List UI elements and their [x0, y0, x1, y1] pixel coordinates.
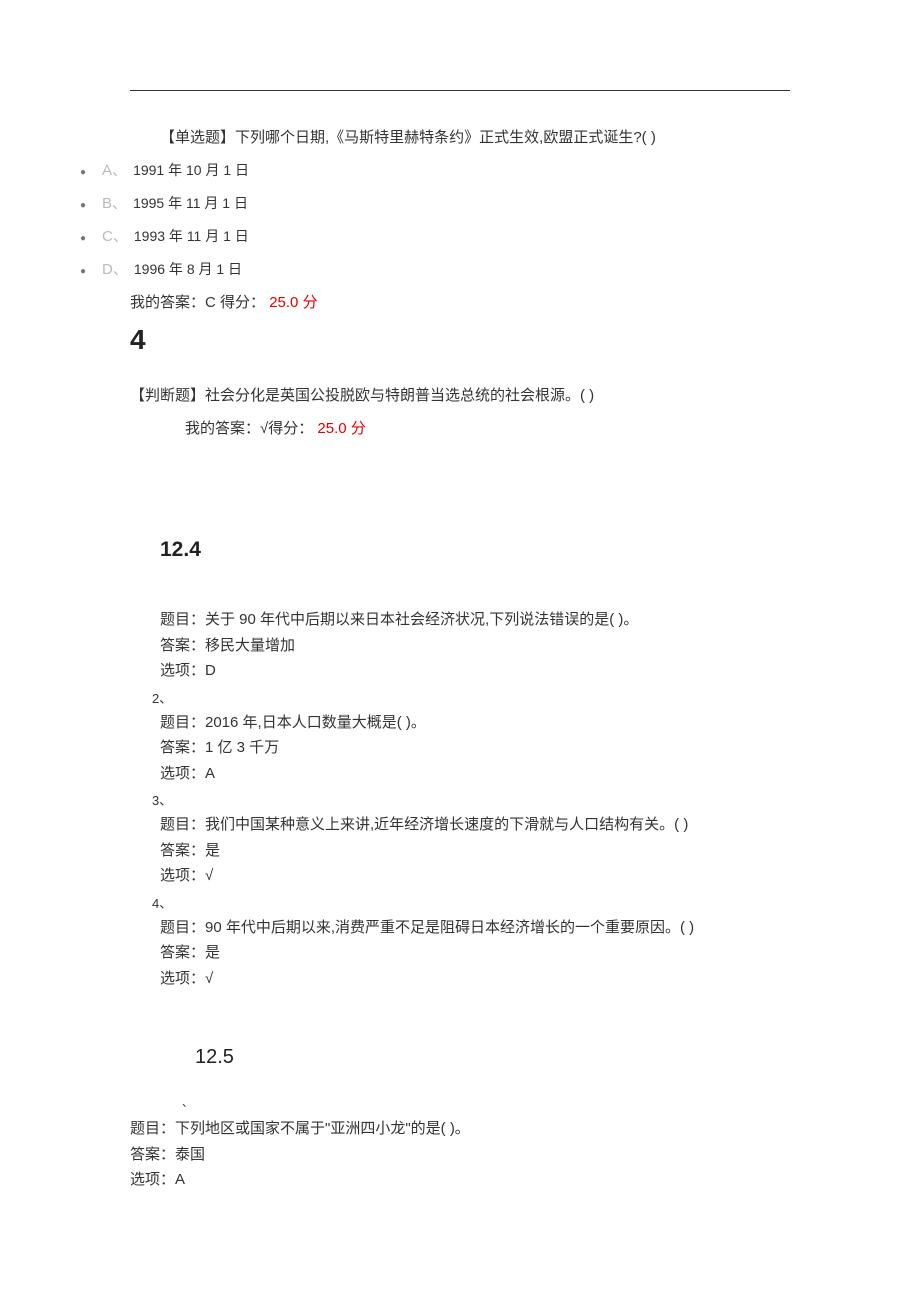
section-124-title: 12.4	[160, 538, 790, 562]
q3-option-d: ● D、 1996 年 8 月 1 日	[80, 258, 790, 279]
item-answer: 答案：泰国	[130, 1142, 790, 1168]
option-letter: D、	[102, 258, 128, 279]
divider-line	[130, 90, 790, 91]
item-index-2: 2、	[152, 688, 790, 710]
q3-my-answer: 我的答案：C 得分： 25.0 分	[130, 291, 790, 312]
bullet-icon: ●	[80, 167, 86, 178]
tick-mark: 、	[182, 1094, 790, 1110]
option-letter: C、	[102, 225, 128, 246]
item-option: 选项：A	[160, 761, 790, 787]
item-answer: 答案：是	[160, 838, 790, 864]
q4-stem: 【判断题】社会分化是英国公投脱欧与特朗普当选总统的社会根源。( )	[130, 384, 790, 405]
item-answer: 答案：是	[160, 940, 790, 966]
item-question: 题目：90 年代中后期以来,消费严重不足是阻碍日本经济增长的一个重要原因。( )	[160, 915, 790, 941]
answer-label: 我的答案：C 得分：	[130, 294, 265, 311]
option-text: 1995 年 11 月 1 日	[133, 193, 248, 213]
section-125-item-1: 题目：下列地区或国家不属于"亚洲四小龙"的是( )。 答案：泰国 选项：A	[130, 1116, 790, 1193]
q3-stem: 【单选题】下列哪个日期,《马斯特里赫特条约》正式生效,欧盟正式诞生?( )	[160, 126, 790, 147]
option-letter: B、	[102, 192, 127, 213]
section-124-item-1: 题目：关于 90 年代中后期以来日本社会经济状况,下列说法错误的是( )。 答案…	[160, 607, 790, 684]
item-question: 题目：下列地区或国家不属于"亚洲四小龙"的是( )。	[130, 1116, 790, 1142]
item-option: 选项：D	[160, 658, 790, 684]
section-125-title: 12.5	[195, 1046, 790, 1069]
item-question: 题目：我们中国某种意义上来讲,近年经济增长速度的下滑就与人口结构有关。( )	[160, 812, 790, 838]
score-unit: 分	[298, 294, 317, 311]
q3-option-a: ● A、 1991 年 10 月 1 日	[80, 159, 790, 180]
question-number-4: 4	[130, 324, 790, 356]
item-answer: 答案：1 亿 3 千万	[160, 735, 790, 761]
section-124-item-4: 题目：90 年代中后期以来,消费严重不足是阻碍日本经济增长的一个重要原因。( )…	[160, 915, 790, 992]
item-answer: 答案：移民大量增加	[160, 633, 790, 659]
answer-label: 我的答案：√得分：	[185, 420, 313, 437]
item-option: 选项：A	[130, 1167, 790, 1193]
q3-option-b: ● B、 1995 年 11 月 1 日	[80, 192, 790, 213]
item-option: 选项：√	[160, 966, 790, 992]
item-question: 题目：关于 90 年代中后期以来日本社会经济状况,下列说法错误的是( )。	[160, 607, 790, 633]
q3-option-c: ● C、 1993 年 11 月 1 日	[80, 225, 790, 246]
option-letter: A、	[102, 159, 127, 180]
option-text: 1996 年 8 月 1 日	[134, 259, 242, 279]
score-unit: 分	[347, 420, 366, 437]
item-index-3: 3、	[152, 790, 790, 812]
bullet-icon: ●	[80, 200, 86, 211]
section-124-item-2: 题目：2016 年,日本人口数量大概是( )。 答案：1 亿 3 千万 选项：A	[160, 710, 790, 787]
item-option: 选项：√	[160, 863, 790, 889]
document-page: 【单选题】下列哪个日期,《马斯特里赫特条约》正式生效,欧盟正式诞生?( ) ● …	[0, 90, 920, 1193]
option-text: 1993 年 11 月 1 日	[134, 226, 249, 246]
section-124-item-3: 题目：我们中国某种意义上来讲,近年经济增长速度的下滑就与人口结构有关。( ) 答…	[160, 812, 790, 889]
option-text: 1991 年 10 月 1 日	[133, 160, 249, 180]
score-value: 25.0	[269, 294, 298, 311]
item-question: 题目：2016 年,日本人口数量大概是( )。	[160, 710, 790, 736]
score-value: 25.0	[317, 420, 346, 437]
bullet-icon: ●	[80, 266, 86, 277]
q4-my-answer: 我的答案：√得分： 25.0 分	[185, 417, 790, 438]
bullet-icon: ●	[80, 233, 86, 244]
q3-options: ● A、 1991 年 10 月 1 日 ● B、 1995 年 11 月 1 …	[80, 159, 790, 279]
item-index-4: 4、	[152, 893, 790, 915]
